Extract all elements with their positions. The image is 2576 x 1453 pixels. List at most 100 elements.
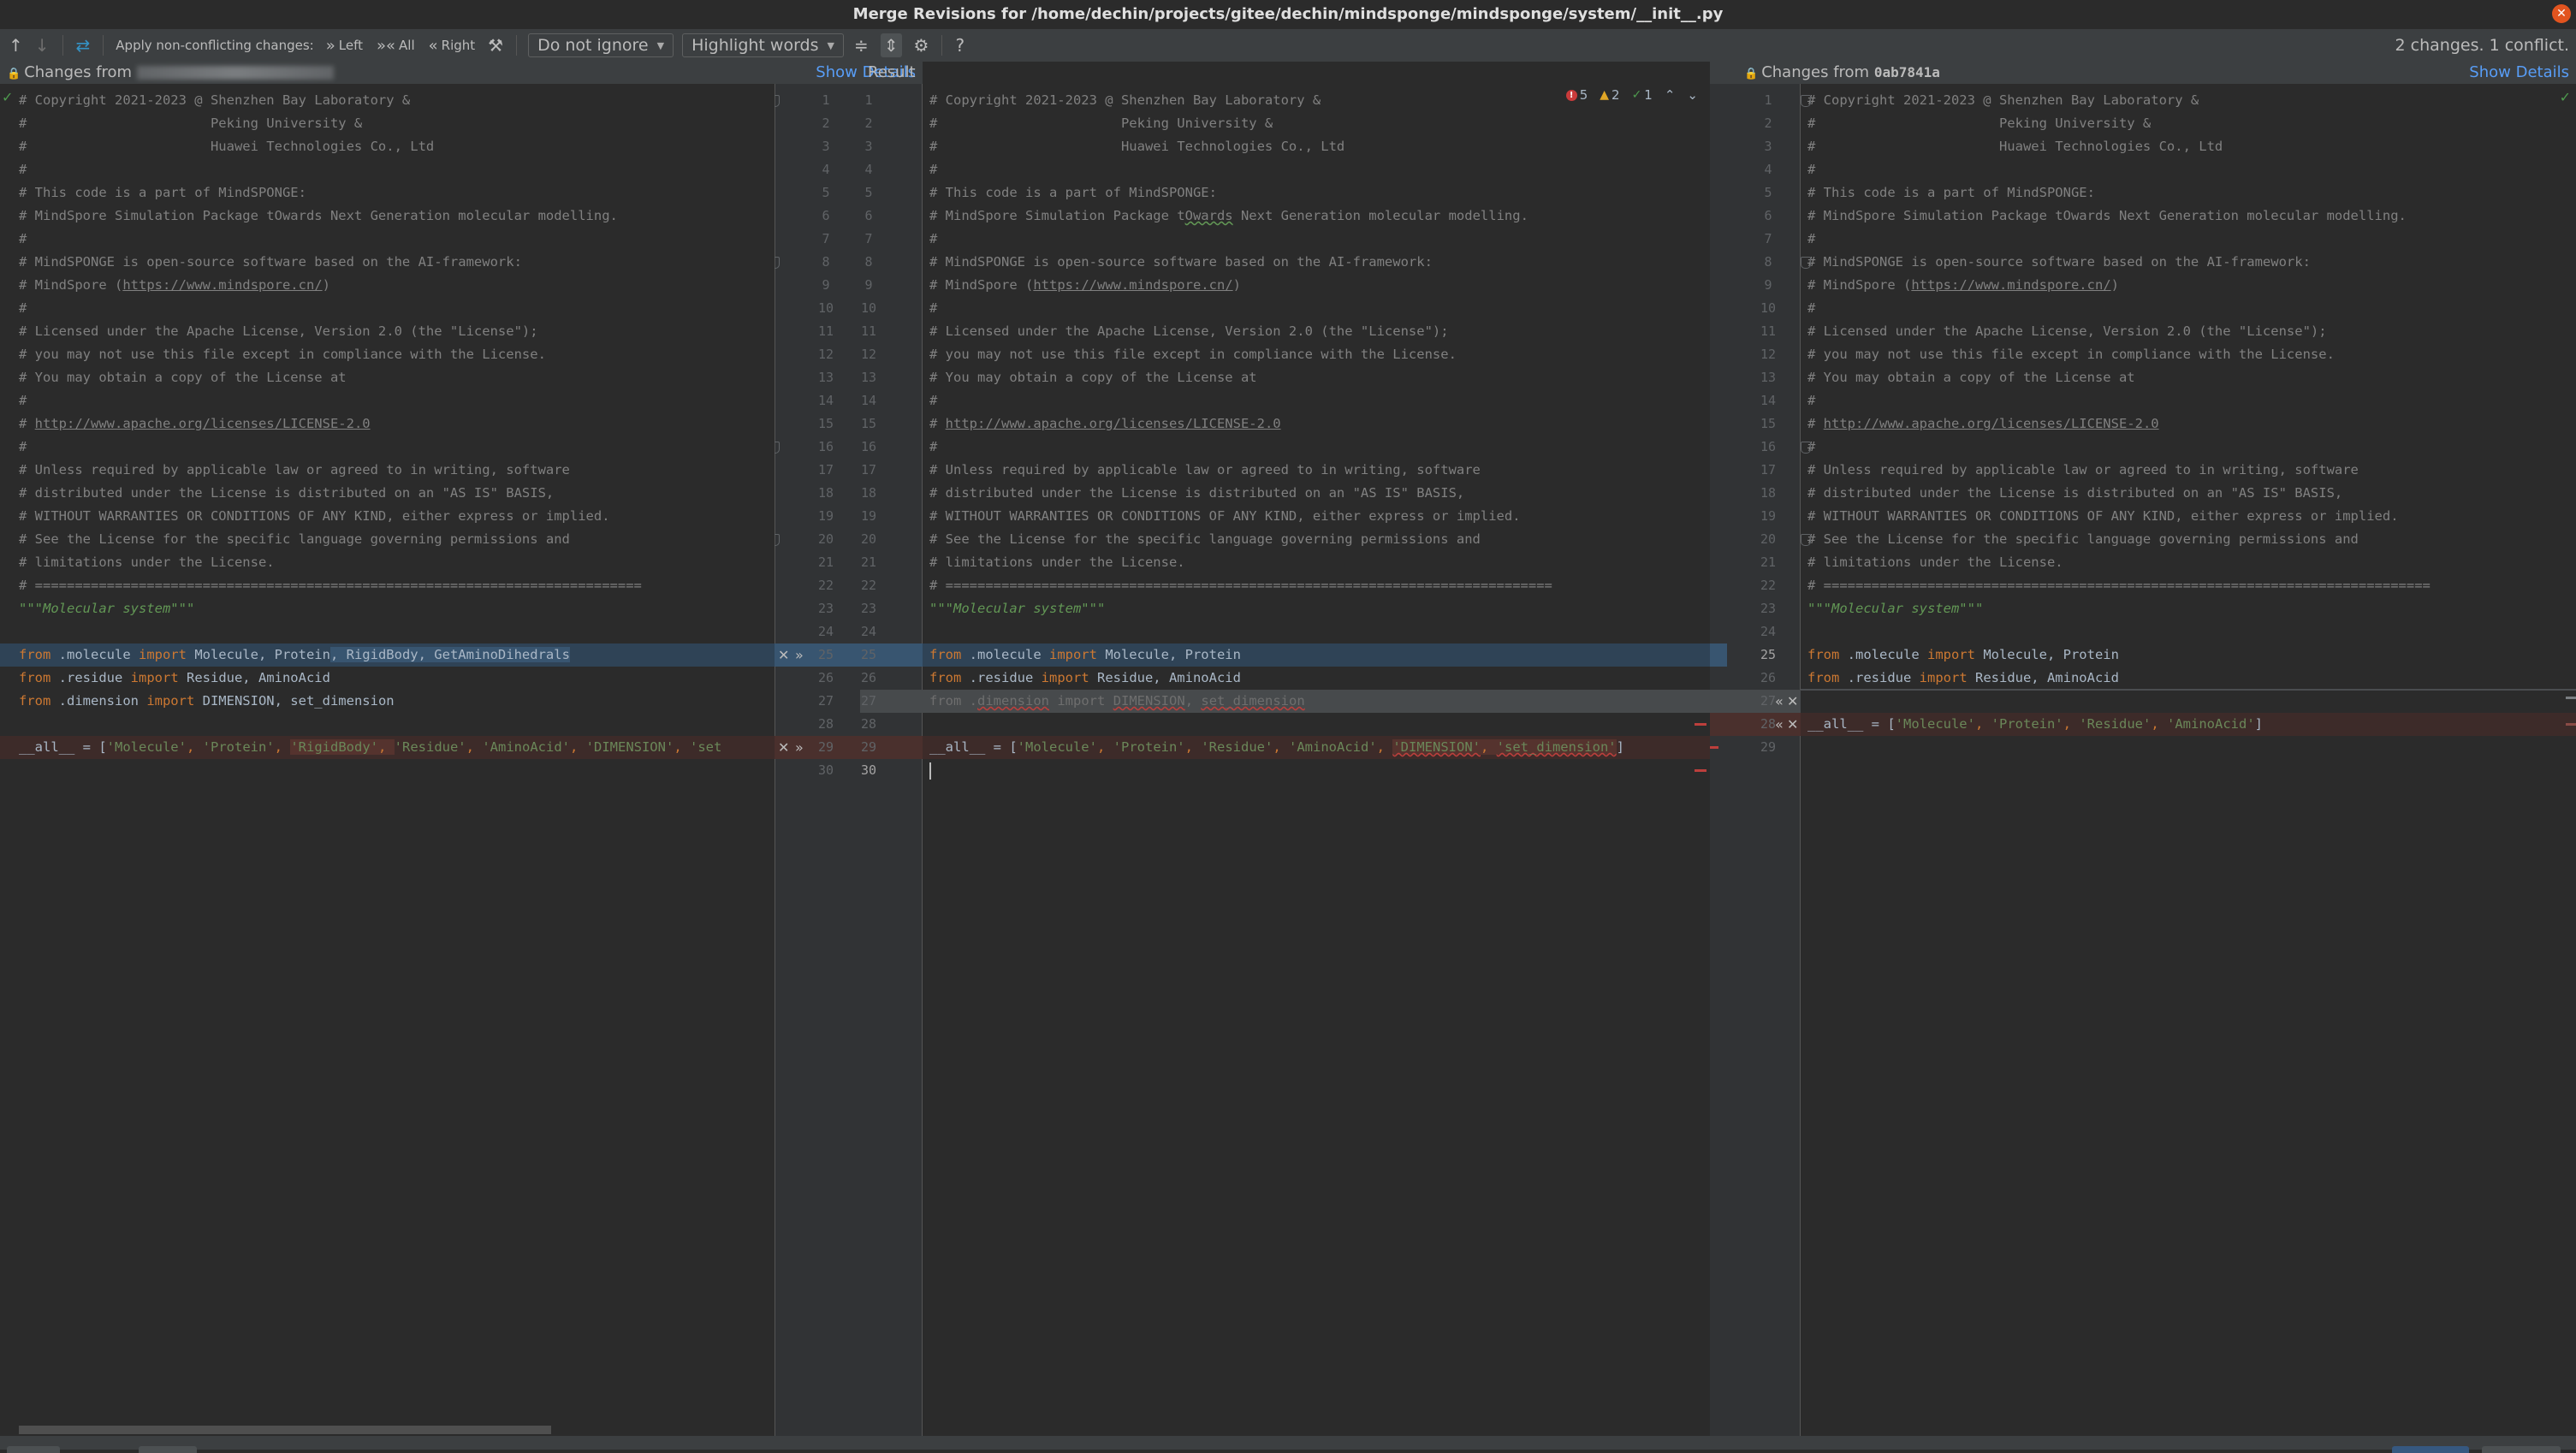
reject-change-icon[interactable]: ✕ [778, 643, 789, 667]
comment: # Huawei Technologies Co., Ltd [19, 139, 435, 154]
fold-marker-icon[interactable] [1801, 257, 1811, 269]
comment: # you may not use this file except in co… [929, 347, 1457, 362]
cancel-button-partial[interactable] [2482, 1446, 2561, 1453]
settings-gear-icon[interactable]: ⚙ [914, 35, 929, 56]
docstring: """Molecular system""" [1807, 601, 1984, 616]
string-literal: 'Residue' [394, 739, 466, 755]
accept-button-partial[interactable] [2392, 1446, 2469, 1453]
string-literal: 'Molecule' [1895, 716, 1975, 732]
dialog-button-partial[interactable] [139, 1446, 197, 1453]
right-header-label: Changes from [1761, 63, 1870, 81]
comment: # [1807, 393, 1816, 408]
reject-change-icon[interactable]: ✕ [1787, 713, 1798, 736]
comment: # [19, 439, 27, 454]
code-line: # Huawei Technologies Co., Ltd [0, 135, 775, 158]
horizontal-scrollbar[interactable] [19, 1426, 551, 1434]
right-line-number: 4 [1764, 162, 1772, 177]
keyword: import [1048, 647, 1097, 662]
result-line-number: 4 [864, 162, 873, 177]
code-text: # limitations under the License. [1807, 551, 2063, 574]
code-line: # you may not use this file except in co… [0, 343, 775, 366]
comment: # MindSpore Simulation Package tOwards N… [1807, 208, 2407, 223]
reject-change-icon[interactable]: ✕ [1787, 690, 1798, 713]
result-line-number: 30 [860, 762, 877, 778]
comment: # [19, 416, 35, 431]
accept-right-change-icon[interactable]: « [1775, 713, 1784, 736]
right-editor-pane[interactable]: ✓ # Copyright 2021-2023 @ Shenzhen Bay L… [1801, 84, 2576, 1436]
change-stripe-mark[interactable] [2566, 697, 2576, 699]
previous-change-icon[interactable]: ↑ [9, 35, 23, 56]
fold-marker-icon[interactable] [775, 257, 780, 269]
right-line-number: 13 [1760, 370, 1777, 385]
apply-button-partial[interactable] [7, 1446, 60, 1453]
module-name: .residue [961, 670, 1042, 685]
apply-right-button[interactable]: «Right [429, 37, 476, 55]
apply-left-label: Left [338, 38, 363, 53]
ignore-whitespace-select[interactable]: Do not ignore ▼ [528, 33, 674, 57]
accept-left-change-icon[interactable]: » [795, 736, 804, 759]
resolve-conflicts-icon[interactable]: ⇄ [76, 35, 91, 56]
left-line-number: 30 [817, 762, 834, 778]
fold-marker-icon[interactable] [1801, 442, 1811, 454]
code-line: # [1801, 158, 2576, 181]
result-line-number: 1 [864, 92, 873, 108]
apply-all-button[interactable]: »« All [377, 37, 415, 55]
code-text: """Molecular system""" [19, 597, 194, 620]
right-show-details-link[interactable]: Show Details [2469, 62, 2569, 84]
right-line-number: 21 [1760, 555, 1777, 570]
reject-change-icon[interactable]: ✕ [778, 736, 789, 759]
left-line-number: 4 [822, 162, 830, 177]
accept-left-change-icon[interactable]: » [795, 643, 804, 667]
punct: , [1273, 739, 1289, 755]
code-line: # [1801, 297, 2576, 320]
fold-marker-icon[interactable] [775, 95, 780, 107]
code-line: # [0, 297, 775, 320]
comment: # you may not use this file except in co… [1807, 347, 2335, 362]
code-line: # Licensed under the Apache License, Ver… [923, 320, 1710, 343]
error-stripe-mark[interactable] [1710, 746, 1718, 749]
code-text: # [19, 297, 27, 320]
result-line-number: 19 [860, 508, 877, 524]
collapse-unchanged-icon[interactable]: ≑ [854, 35, 869, 56]
code-line: # Unless required by applicable law or a… [0, 459, 775, 482]
apply-all-label: All [399, 38, 415, 53]
string-literal: 'DIMENSION' [585, 739, 674, 755]
left-editor-pane[interactable]: ✓ # Copyright 2021-2023 @ Shenzhen Bay L… [0, 84, 775, 1436]
comment: # You may obtain a copy of the License a… [1807, 370, 2135, 385]
result-line-number: 28 [860, 716, 877, 732]
fold-marker-icon[interactable] [775, 442, 780, 454]
apply-left-button[interactable]: » Left [326, 37, 363, 55]
code-text: # Peking University & [929, 112, 1273, 135]
sync-scroll-icon[interactable]: ⇕ [880, 33, 902, 57]
string-literal: 'set_dimension' [1496, 739, 1617, 755]
apply-right-label: Right [441, 38, 476, 53]
help-icon[interactable]: ? [955, 35, 965, 56]
error-stripe-mark[interactable] [1695, 769, 1706, 772]
fold-marker-icon[interactable] [1801, 95, 1811, 107]
magic-resolve-icon[interactable]: ⚒ [488, 35, 503, 56]
punct: ] [1616, 739, 1624, 755]
code-line: # This code is a part of MindSPONGE: [0, 181, 775, 205]
comment: # ======================================… [1807, 578, 2431, 593]
code-line: # [1801, 389, 2576, 412]
fold-marker-icon[interactable] [775, 534, 780, 546]
all-assignment: __all__ = [ [19, 739, 107, 755]
error-stripe-mark[interactable] [1695, 723, 1706, 726]
code-text: # You may obtain a copy of the License a… [1807, 366, 2135, 389]
right-line-number: 10 [1760, 300, 1777, 316]
fold-marker-icon[interactable] [1801, 534, 1811, 546]
change-stripe-mark[interactable] [2566, 723, 2576, 726]
result-editor-pane[interactable]: ! 5 ▲ 2 ✓ 1 ⌃ ⌄ # Copyright 2021-2023 @ She… [923, 84, 1710, 1436]
code-line: # You may obtain a copy of the License a… [1801, 366, 2576, 389]
code-text: # http://www.apache.org/licenses/LICENSE… [19, 412, 371, 436]
accept-right-change-icon[interactable]: « [1775, 690, 1784, 713]
left-line-number: 16 [817, 439, 834, 454]
next-change-icon[interactable]: ↓ [35, 35, 50, 56]
highlight-mode-select[interactable]: Highlight words ▼ [682, 33, 844, 57]
left-line-number: 14 [817, 393, 834, 408]
code-text: # MindSpore (https://www.mindspore.cn/) [929, 274, 1241, 297]
code-text: # MindSpore (https://www.mindspore.cn/) [19, 274, 330, 297]
merge-all-icon: »« [376, 36, 396, 55]
close-icon[interactable]: ✕ [2552, 4, 2571, 23]
